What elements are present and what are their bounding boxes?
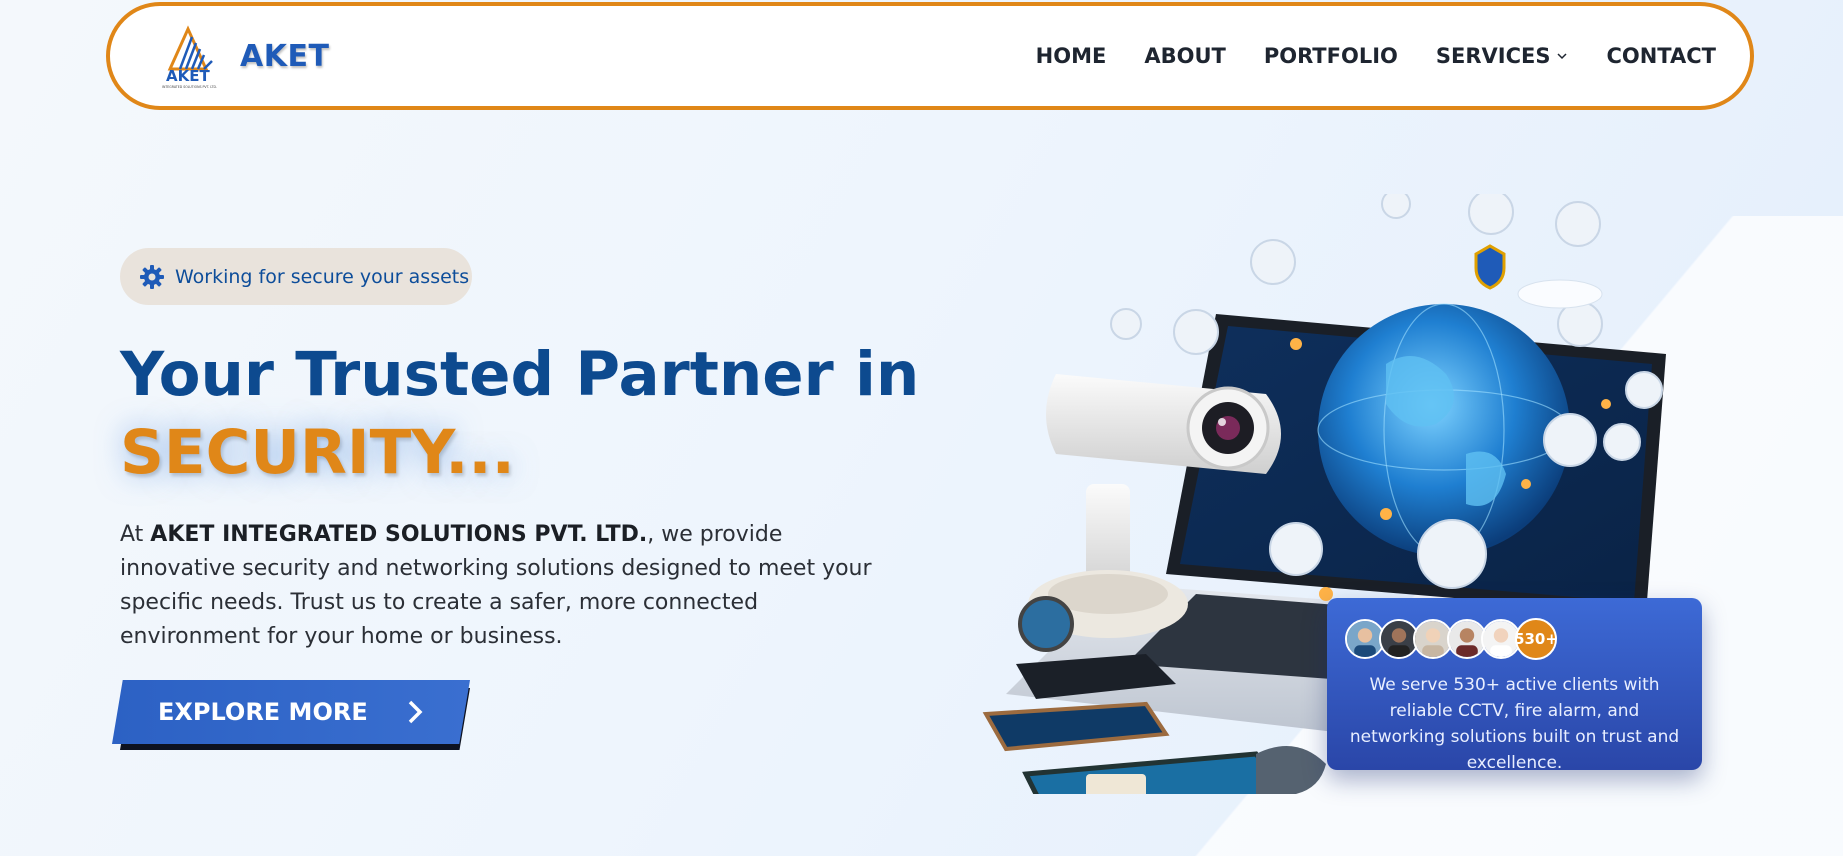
logo-caption: INTEGRATED SOLUTIONS PVT. LTD. (162, 85, 217, 89)
stats-text: We serve 530+ active clients with reliab… (1349, 675, 1680, 773)
nav-about[interactable]: ABOUT (1144, 44, 1226, 68)
nav-portfolio-label: PORTFOLIO (1263, 44, 1398, 68)
nav-home-label: HOME (1035, 44, 1107, 68)
explore-more-label: EXPLORE MORE (158, 698, 368, 726)
desc-prefix: At (120, 522, 151, 547)
client-avatars: 530+ (1345, 618, 1684, 660)
hero-title: Your Trusted Partner in (120, 339, 920, 410)
client-count-badge: 530+ (1514, 618, 1558, 660)
gear-icon (140, 264, 164, 289)
globe (1318, 304, 1570, 556)
nav-home[interactable]: HOME (1036, 44, 1107, 68)
main-nav: HOME ABOUT PORTFOLIO SERVICES CONTACT (1036, 44, 1716, 68)
chevron-down-icon (1557, 53, 1567, 60)
site-header: AKET INTEGRATED SOLUTIONS PVT. LTD. AKET… (106, 2, 1754, 110)
button-face: EXPLORE MORE (112, 680, 470, 744)
brand-name[interactable]: AKET (240, 39, 329, 74)
hero-description: At AKET INTEGRATED SOLUTIONS PVT. LTD., … (120, 518, 900, 654)
chevron-right-icon (408, 700, 423, 724)
hero-title-accent: SECURITY... (120, 417, 515, 488)
explore-more-button[interactable]: EXPLORE MORE (112, 680, 470, 750)
nav-contact[interactable]: CONTACT (1606, 44, 1716, 68)
nav-services-label: SERVICES (1435, 44, 1551, 68)
company-name: AKET INTEGRATED SOLUTIONS PVT. LTD. (150, 522, 648, 547)
tagline-badge: Working for secure your assets (120, 248, 472, 305)
nav-contact-label: CONTACT (1606, 44, 1716, 68)
badge-text: Working for secure your assets (175, 265, 470, 288)
aket-logo-icon[interactable]: AKET INTEGRATED SOLUTIONS PVT. LTD. (162, 23, 224, 89)
clients-stats-card: 530+ We serve 530+ active clients with r… (1327, 598, 1702, 773)
nav-portfolio[interactable]: PORTFOLIO (1264, 44, 1398, 68)
brand[interactable]: AKET INTEGRATED SOLUTIONS PVT. LTD. AKET (162, 23, 329, 89)
nav-about-label: ABOUT (1144, 44, 1226, 68)
svg-text:AKET: AKET (166, 67, 210, 85)
nav-services[interactable]: SERVICES (1436, 44, 1569, 68)
